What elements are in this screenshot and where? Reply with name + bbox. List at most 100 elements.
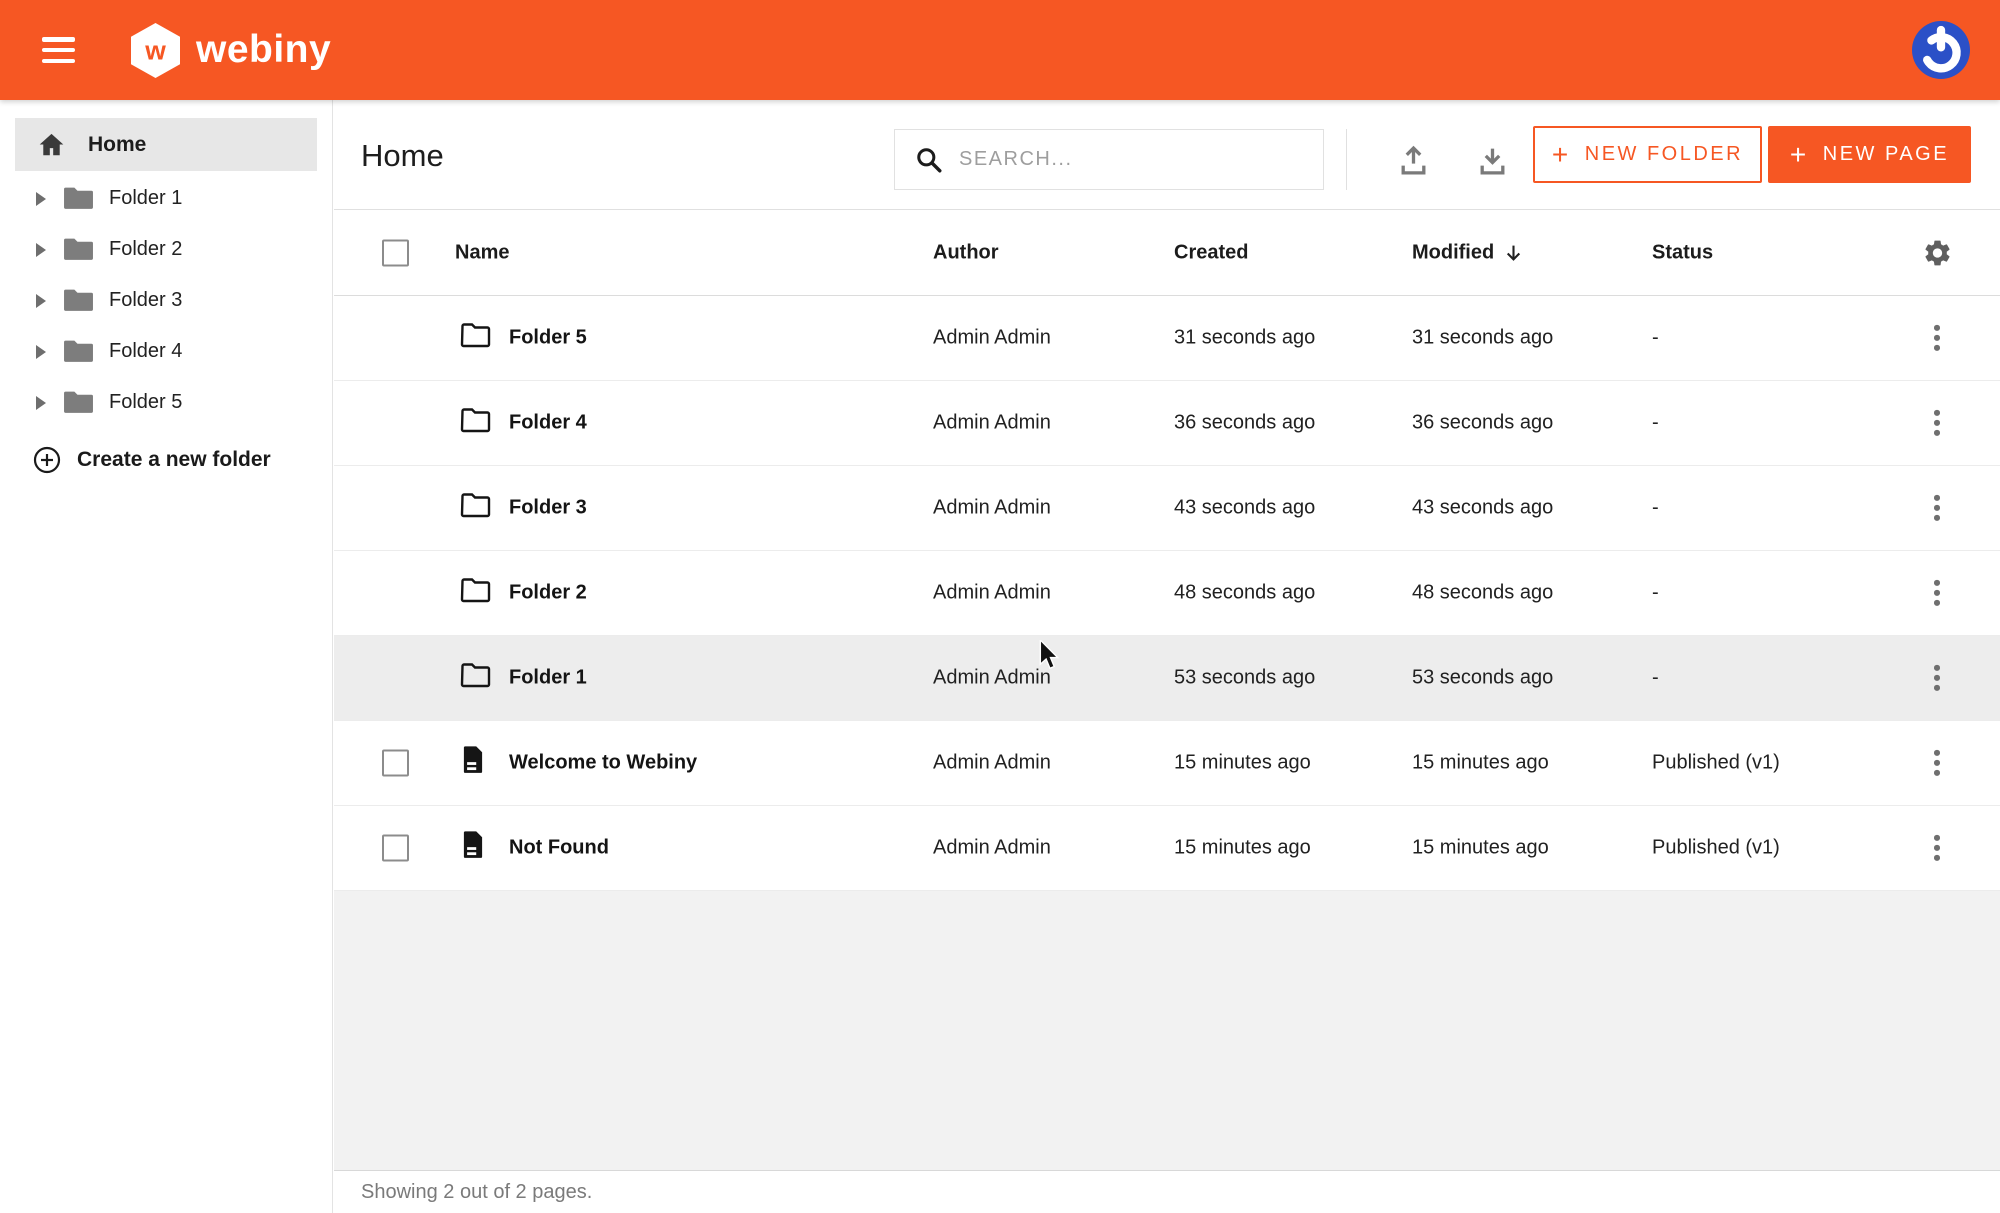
row-author: Admin Admin — [933, 327, 1051, 350]
sidebar-folder-item[interactable]: Folder 1 — [0, 173, 332, 224]
row-modified: 48 seconds ago — [1412, 582, 1553, 605]
download-icon — [1476, 144, 1509, 177]
table-row[interactable]: Folder 3 Admin Admin 43 seconds ago 43 s… — [334, 466, 2000, 551]
sidebar-item-home[interactable]: Home — [15, 118, 317, 171]
expand-caret-icon[interactable] — [36, 294, 46, 308]
folder-icon — [460, 662, 491, 688]
folder-solid-icon — [63, 186, 94, 211]
expand-caret-icon[interactable] — [36, 345, 46, 359]
search-input[interactable] — [959, 130, 1323, 189]
row-modified: 36 seconds ago — [1412, 412, 1553, 435]
new-folder-label: NEW FOLDER — [1585, 143, 1743, 166]
import-pages-button[interactable] — [1395, 142, 1431, 178]
power-avatar-icon — [1912, 21, 1970, 79]
main-content: Home — [334, 100, 2000, 1213]
row-created: 43 seconds ago — [1174, 497, 1315, 520]
column-header-name[interactable]: Name — [455, 241, 509, 264]
row-status: - — [1652, 412, 1659, 435]
search-box[interactable] — [894, 129, 1324, 190]
expand-caret-icon[interactable] — [36, 243, 46, 257]
export-pages-button[interactable] — [1474, 142, 1510, 178]
brand-wordmark: webiny — [196, 28, 331, 72]
home-icon — [38, 131, 65, 158]
plus-icon: + — [1790, 141, 1809, 169]
svg-text:w: w — [144, 35, 166, 65]
webiny-logo[interactable]: w webiny — [131, 23, 331, 78]
row-menu-button[interactable] — [1930, 574, 1944, 612]
folder-solid-icon — [63, 339, 94, 364]
table-row[interactable]: Folder 2 Admin Admin 48 seconds ago 48 s… — [334, 551, 2000, 636]
document-icon — [460, 830, 486, 860]
folder-icon — [460, 577, 491, 603]
row-checkbox[interactable] — [382, 750, 409, 777]
folder-solid-icon — [63, 237, 94, 262]
page-header: Home — [334, 100, 2000, 210]
sidebar-folder-item[interactable]: Folder 5 — [0, 377, 332, 428]
column-header-author[interactable]: Author — [933, 241, 999, 264]
gear-icon — [1922, 237, 1953, 268]
create-new-folder-button[interactable]: Create a new folder — [0, 434, 332, 485]
row-author: Admin Admin — [933, 837, 1051, 860]
column-header-modified[interactable]: Modified — [1412, 241, 1523, 264]
webiny-hexagon-icon: w — [131, 23, 180, 78]
plus-icon: + — [1552, 141, 1571, 169]
top-app-bar: w webiny — [0, 0, 2000, 100]
row-author: Admin Admin — [933, 412, 1051, 435]
expand-caret-icon[interactable] — [36, 192, 46, 206]
app-window: w webiny Home Folder 1 — [0, 0, 2000, 1213]
row-modified: 43 seconds ago — [1412, 497, 1553, 520]
table-row[interactable]: Folder 4 Admin Admin 36 seconds ago 36 s… — [334, 381, 2000, 466]
folder-icon — [460, 407, 491, 433]
page-title: Home — [361, 138, 444, 174]
new-page-button[interactable]: + NEW PAGE — [1768, 126, 1971, 183]
row-menu-button[interactable] — [1930, 829, 1944, 867]
row-modified: 15 minutes ago — [1412, 752, 1549, 775]
hamburger-menu-icon[interactable] — [42, 37, 75, 63]
table-row[interactable]: Not Found Admin Admin 15 minutes ago 15 … — [334, 806, 2000, 891]
row-name[interactable]: Folder 1 — [509, 667, 587, 690]
row-menu-button[interactable] — [1930, 489, 1944, 527]
sidebar-folder-item[interactable]: Folder 4 — [0, 326, 332, 377]
sidebar-folder-item[interactable]: Folder 3 — [0, 275, 332, 326]
table-row[interactable]: Folder 5 Admin Admin 31 seconds ago 31 s… — [334, 296, 2000, 381]
row-menu-button[interactable] — [1930, 319, 1944, 357]
row-name[interactable]: Not Found — [509, 837, 609, 860]
row-checkbox[interactable] — [382, 835, 409, 862]
row-modified: 53 seconds ago — [1412, 667, 1553, 690]
upload-icon — [1397, 144, 1430, 177]
sidebar-folder-label: Folder 4 — [109, 340, 182, 363]
row-menu-button[interactable] — [1930, 404, 1944, 442]
row-modified: 31 seconds ago — [1412, 327, 1553, 350]
column-header-status[interactable]: Status — [1652, 241, 1713, 264]
document-icon — [460, 745, 486, 775]
column-header-created[interactable]: Created — [1174, 241, 1248, 264]
folder-solid-icon — [63, 288, 94, 313]
row-name[interactable]: Folder 4 — [509, 412, 587, 435]
sidebar-folder-label: Folder 5 — [109, 391, 182, 414]
row-name[interactable]: Welcome to Webiny — [509, 752, 697, 775]
sidebar-folder-label: Folder 1 — [109, 187, 182, 210]
sidebar-folder-item[interactable]: Folder 2 — [0, 224, 332, 275]
sidebar-folder-label: Folder 2 — [109, 238, 182, 261]
row-author: Admin Admin — [933, 497, 1051, 520]
expand-caret-icon[interactable] — [36, 396, 46, 410]
select-all-checkbox[interactable] — [382, 239, 409, 266]
table-row[interactable]: Welcome to Webiny Admin Admin 15 minutes… — [334, 721, 2000, 806]
new-page-label: NEW PAGE — [1823, 143, 1949, 166]
new-folder-button[interactable]: + NEW FOLDER — [1533, 126, 1762, 183]
row-menu-button[interactable] — [1930, 659, 1944, 697]
table-settings-button[interactable] — [1920, 237, 1954, 268]
row-menu-button[interactable] — [1930, 744, 1944, 782]
row-status: - — [1652, 497, 1659, 520]
header-divider — [1346, 129, 1347, 190]
row-status: - — [1652, 582, 1659, 605]
row-name[interactable]: Folder 5 — [509, 327, 587, 350]
folder-tree-sidebar: Home Folder 1 Folder 2 Folder 3 Folder 4 — [0, 100, 333, 1213]
row-name[interactable]: Folder 3 — [509, 497, 587, 520]
create-folder-label: Create a new folder — [77, 448, 271, 472]
row-name[interactable]: Folder 2 — [509, 582, 587, 605]
table-row[interactable]: Folder 1 Admin Admin 53 seconds ago 53 s… — [334, 636, 2000, 721]
plus-circle-icon — [33, 446, 61, 474]
user-avatar[interactable] — [1912, 21, 1970, 79]
row-author: Admin Admin — [933, 582, 1051, 605]
